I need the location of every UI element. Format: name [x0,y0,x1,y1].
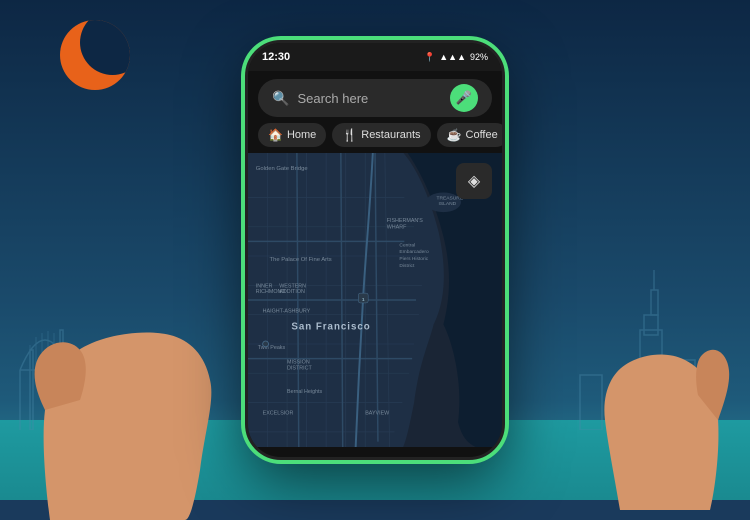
layers-icon: ◈ [468,171,480,191]
chip-restaurants-label: Restaurants [361,129,420,141]
home-icon: 🏠 [268,128,283,142]
search-icon: 🔍 [272,90,289,107]
svg-text:FISHERMAN'S: FISHERMAN'S [387,218,424,224]
svg-text:WHARF: WHARF [387,225,407,231]
svg-text:1: 1 [362,297,365,303]
svg-text:Twin Peaks: Twin Peaks [258,345,286,351]
hand-right [540,210,740,510]
svg-text:The Palace Of Fine Arts: The Palace Of Fine Arts [269,257,331,263]
mic-icon: 🎤 [456,90,472,106]
chip-home[interactable]: 🏠 Home [258,123,326,147]
battery-text: 92% [470,52,488,62]
svg-text:Piers Historic: Piers Historic [399,256,428,262]
phone-body: 12:30 📍 ▲▲▲ 92% 🔍 Search here 🎤 🏠 Home 🍴 [245,40,505,460]
svg-text:EXCELSIOR: EXCELSIOR [263,410,294,416]
map-area[interactable]: 1 San Francisco Golden Gate Bridge The P… [248,153,502,447]
chip-coffee-label: Coffee [466,129,498,141]
chips-row: 🏠 Home 🍴 Restaurants ☕ Coffee 🍺 B [248,123,502,153]
svg-text:BAYVIEW: BAYVIEW [365,410,390,416]
chip-restaurants[interactable]: 🍴 Restaurants [332,123,430,147]
svg-text:Central: Central [399,242,415,248]
moon [60,20,130,90]
hand-left [20,170,250,520]
svg-text:San Francisco: San Francisco [291,321,370,332]
chip-coffee[interactable]: ☕ Coffee [437,123,502,147]
chip-home-label: Home [287,129,316,141]
svg-text:HAIGHT-ASHBURY: HAIGHT-ASHBURY [263,309,311,315]
phone: 12:30 📍 ▲▲▲ 92% 🔍 Search here 🎤 🏠 Home 🍴 [245,40,505,460]
search-bar[interactable]: 🔍 Search here 🎤 [258,79,492,117]
mic-button[interactable]: 🎤 [450,84,478,112]
status-bar: 12:30 📍 ▲▲▲ 92% [248,43,502,71]
search-placeholder: Search here [297,91,442,106]
coffee-icon: ☕ [447,128,462,142]
svg-text:Embarcadero: Embarcadero [399,249,429,255]
layer-button[interactable]: ◈ [456,163,492,199]
status-time: 12:30 [262,51,290,63]
svg-text:DISTRICT: DISTRICT [287,365,312,371]
svg-text:Bernal Heights: Bernal Heights [287,389,322,395]
signal-icon: ▲▲▲ [439,52,466,62]
location-icon: 📍 [424,52,435,63]
restaurant-icon: 🍴 [342,128,357,142]
status-icons: 📍 ▲▲▲ 92% [424,52,488,63]
svg-text:District: District [399,263,415,269]
svg-text:ISLAND: ISLAND [439,201,457,207]
svg-text:Golden Gate Bridge: Golden Gate Bridge [256,166,308,172]
svg-text:ADDITION: ADDITION [279,289,305,295]
